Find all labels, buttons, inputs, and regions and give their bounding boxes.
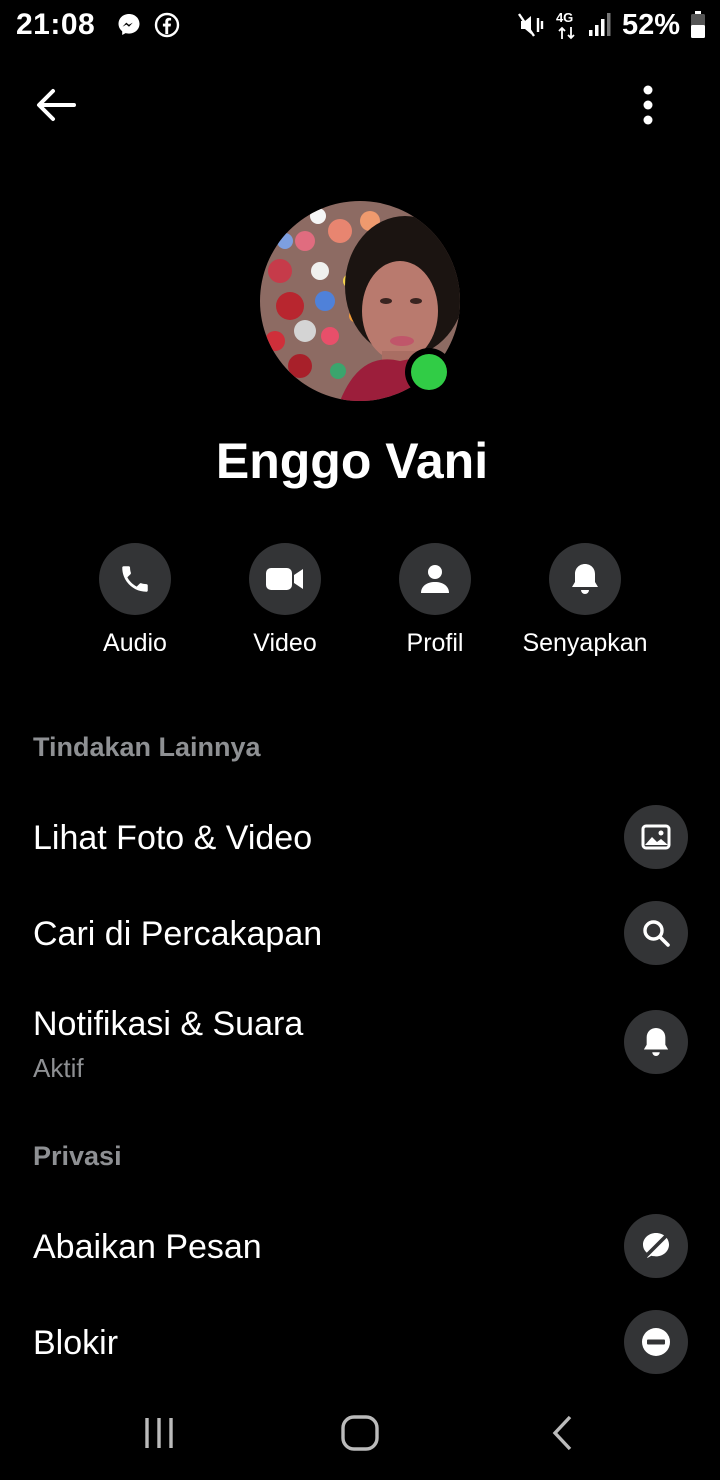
system-navigation-bar xyxy=(0,1390,720,1480)
search-icon xyxy=(643,920,670,947)
image-icon xyxy=(641,824,671,850)
back-button[interactable] xyxy=(30,82,82,128)
facebook-icon xyxy=(154,12,180,38)
profile-label: Profil xyxy=(406,629,464,657)
section-header-privacy: Privasi xyxy=(33,1141,122,1171)
arrow-left-icon xyxy=(37,89,76,121)
system-back-button[interactable] xyxy=(533,1408,593,1458)
mute-button[interactable]: Senyapkan xyxy=(510,543,660,658)
status-time: 21:08 xyxy=(16,8,96,41)
recent-apps-icon xyxy=(145,1418,173,1448)
ignore-messages-label: Abaikan Pesan xyxy=(33,1228,262,1266)
search-conversation-label: Cari di Percakapan xyxy=(33,915,323,953)
audio-call-circle[interactable] xyxy=(99,543,171,615)
status-right-group: 4G 52% xyxy=(517,8,706,42)
view-photos-videos-icon-button[interactable] xyxy=(624,805,688,869)
more-vertical-icon xyxy=(643,85,653,125)
block-label: Blokir xyxy=(33,1324,119,1362)
more-options-button[interactable] xyxy=(628,80,668,130)
video-call-button[interactable]: Video xyxy=(210,543,360,658)
view-photos-videos-label: Lihat Foto & Video xyxy=(33,819,313,857)
home-icon xyxy=(341,1415,379,1451)
list-item-search-conversation[interactable]: Cari di Percakapan xyxy=(0,896,720,974)
battery-percent: 52% xyxy=(621,8,680,41)
ignore-messages-icon-button[interactable] xyxy=(624,1214,688,1278)
search-conversation-icon-button[interactable] xyxy=(624,901,688,965)
block-icon xyxy=(642,1328,670,1356)
bell-icon xyxy=(572,564,598,594)
notifications-sounds-icon-button[interactable] xyxy=(624,1010,688,1074)
profile-circle[interactable] xyxy=(399,543,471,615)
section-header-more-actions: Tindakan Lainnya xyxy=(33,732,261,762)
data-arrows-icon xyxy=(558,26,575,40)
network-type-icon: 4G xyxy=(556,10,578,40)
notifications-sounds-label: Notifikasi & Suara xyxy=(33,1005,304,1043)
online-dot xyxy=(411,354,447,390)
audio-call-label: Audio xyxy=(103,629,167,657)
mute-circle[interactable] xyxy=(549,543,621,615)
signal-icon xyxy=(588,13,611,36)
battery-icon xyxy=(691,11,705,38)
network-type-label: 4G xyxy=(555,10,574,25)
audio-call-button[interactable]: Audio xyxy=(60,543,210,658)
profile-name: Enggo Vani xyxy=(215,433,489,489)
video-camera-icon xyxy=(266,568,303,590)
messenger-icon xyxy=(118,14,140,35)
status-bar: 21:08 4G 52% xyxy=(0,0,720,52)
home-button[interactable] xyxy=(330,1408,390,1458)
bell-icon xyxy=(643,1028,669,1056)
mute-label: Senyapkan xyxy=(522,629,648,657)
video-call-label: Video xyxy=(253,629,317,657)
person-icon xyxy=(421,565,449,593)
phone-icon xyxy=(122,566,148,592)
ignore-icon xyxy=(643,1233,669,1258)
list-item-ignore-messages[interactable]: Abaikan Pesan xyxy=(0,1210,720,1288)
profile-button[interactable]: Profil xyxy=(360,543,510,658)
mute-vibrate-icon xyxy=(517,13,544,37)
notifications-sounds-status: Aktif xyxy=(33,1053,84,1083)
video-call-circle[interactable] xyxy=(249,543,321,615)
list-item-block[interactable]: Blokir xyxy=(0,1306,720,1384)
online-status-indicator xyxy=(405,348,453,396)
block-icon-button[interactable] xyxy=(624,1310,688,1374)
chevron-left-icon xyxy=(552,1415,572,1451)
recent-apps-button[interactable] xyxy=(129,1408,189,1458)
list-item-notifications-sounds[interactable]: Notifikasi & Suara Aktif xyxy=(0,995,720,1095)
list-item-view-photos-videos[interactable]: Lihat Foto & Video xyxy=(0,800,720,878)
